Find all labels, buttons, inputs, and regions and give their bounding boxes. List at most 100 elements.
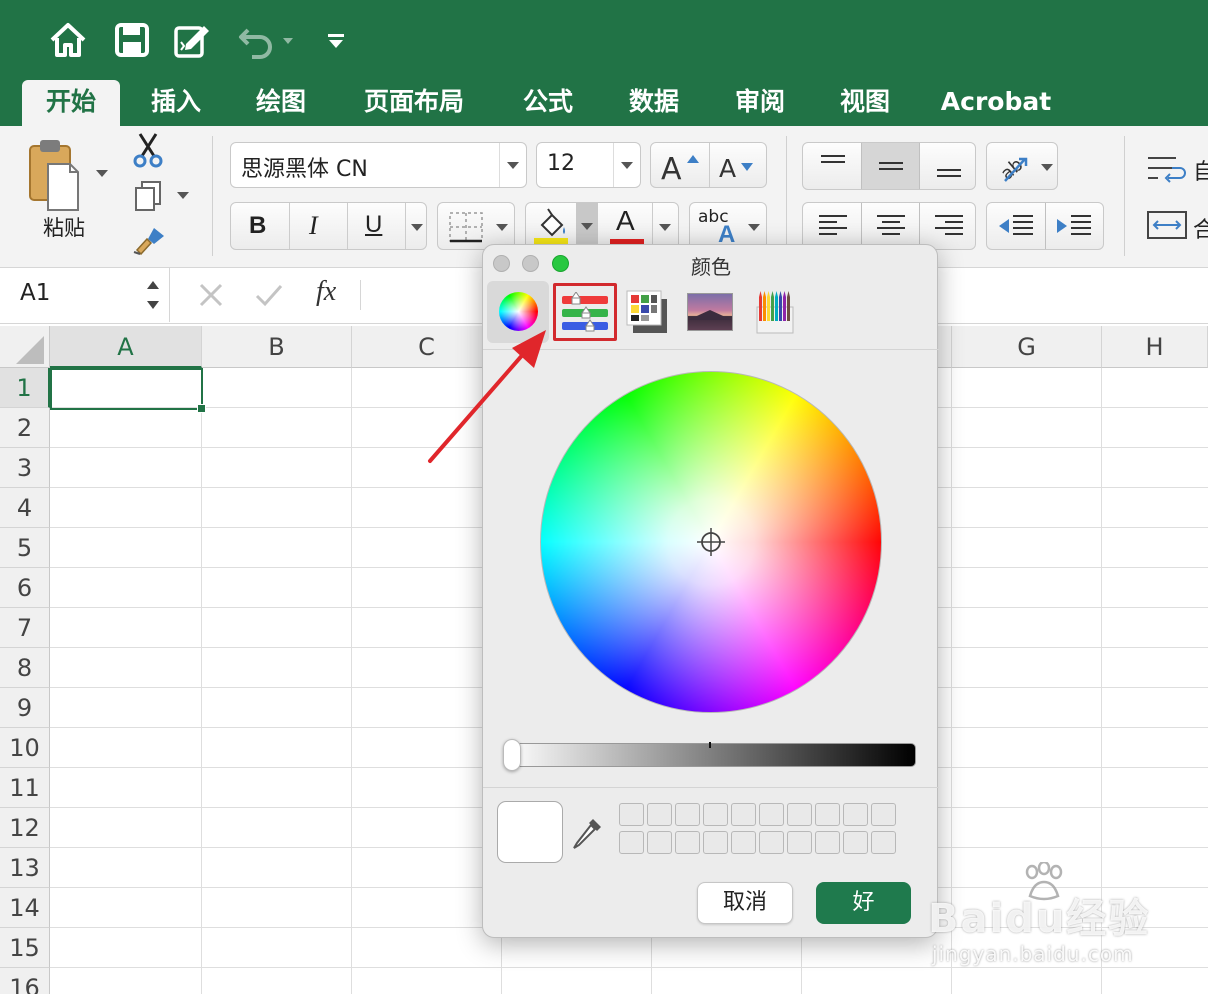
decrease-font-size-icon[interactable]: A [717, 151, 761, 183]
increase-indent-icon[interactable] [1055, 213, 1093, 239]
row-header-2[interactable]: 2 [0, 408, 50, 448]
cancel-button[interactable]: 取消 [697, 882, 793, 924]
tab-insert[interactable]: 插入 [133, 80, 219, 126]
row-header-11[interactable]: 11 [0, 768, 50, 808]
column-header-g[interactable]: G [952, 326, 1102, 368]
favorite-swatch-slot[interactable] [647, 803, 672, 826]
wrap-text-icon[interactable] [1146, 154, 1188, 184]
favorite-swatch-slot[interactable] [619, 831, 644, 854]
favorite-swatch-slot[interactable] [703, 831, 728, 854]
home-icon[interactable] [48, 20, 88, 60]
align-middle-icon[interactable] [877, 153, 905, 179]
column-header-h[interactable]: H [1102, 326, 1208, 368]
row-header-14[interactable]: 14 [0, 888, 50, 928]
phonetic-dropdown-icon[interactable] [748, 224, 760, 231]
brightness-slider-thumb[interactable] [503, 739, 521, 771]
align-left-icon[interactable] [817, 213, 849, 239]
tab-acrobat[interactable]: Acrobat [938, 80, 1054, 126]
row-header-16[interactable]: 16 [0, 968, 50, 994]
name-box[interactable]: A1 [0, 268, 170, 322]
format-painter-icon[interactable] [132, 224, 166, 256]
ok-button[interactable]: 好 [816, 882, 911, 924]
font-size-box[interactable]: 12 [536, 142, 641, 188]
favorite-swatch-slot[interactable] [815, 803, 840, 826]
favorite-swatch-slot[interactable] [759, 803, 784, 826]
select-all-corner[interactable] [0, 326, 50, 368]
row-header-8[interactable]: 8 [0, 648, 50, 688]
align-right-icon[interactable] [933, 213, 965, 239]
color-palettes-icon[interactable] [625, 289, 669, 335]
confirm-entry-icon[interactable] [254, 282, 284, 308]
edit-document-icon[interactable] [172, 20, 212, 60]
row-header-1[interactable]: 1 [0, 368, 50, 408]
tab-draw[interactable]: 绘图 [238, 80, 324, 126]
cancel-entry-icon[interactable] [198, 282, 224, 308]
active-cell-a1[interactable] [50, 368, 203, 410]
favorite-swatch-slot[interactable] [759, 831, 784, 854]
cut-icon[interactable] [132, 132, 164, 168]
orientation-button[interactable]: ab [986, 142, 1058, 190]
row-header-5[interactable]: 5 [0, 528, 50, 568]
tab-review[interactable]: 审阅 [717, 80, 803, 126]
font-color-button[interactable]: A [616, 205, 635, 237]
tab-view[interactable]: 视图 [822, 80, 908, 126]
color-sliders-tab[interactable] [553, 283, 617, 341]
decrease-indent-icon[interactable] [997, 213, 1035, 239]
favorite-swatch-slot[interactable] [647, 831, 672, 854]
favorite-swatch-slot[interactable] [675, 831, 700, 854]
borders-button[interactable] [437, 202, 515, 250]
font-name-box[interactable]: 思源黑体 CN [230, 142, 527, 188]
crosshair-icon[interactable] [697, 528, 725, 556]
fill-color-icon[interactable] [532, 207, 570, 245]
phonetic-button[interactable]: abc A [689, 202, 767, 250]
font-name-dropdown-icon[interactable] [507, 162, 519, 169]
pencils-icon[interactable] [755, 289, 795, 335]
customize-toolbar-icon[interactable] [326, 32, 346, 50]
row-header-9[interactable]: 9 [0, 688, 50, 728]
undo-icon[interactable] [236, 20, 276, 60]
favorite-swatch-slot[interactable] [815, 831, 840, 854]
favorite-swatch-slot[interactable] [731, 803, 756, 826]
favorite-swatch-slot[interactable] [787, 803, 812, 826]
undo-dropdown-icon[interactable] [283, 38, 293, 44]
align-top-icon[interactable] [819, 153, 847, 179]
tab-data[interactable]: 数据 [611, 80, 697, 126]
fill-handle[interactable] [197, 404, 206, 413]
paste-dropdown-icon[interactable] [96, 170, 108, 177]
merge-cells-icon[interactable] [1146, 210, 1188, 240]
italic-button[interactable]: I [309, 211, 318, 241]
row-header-6[interactable]: 6 [0, 568, 50, 608]
favorite-swatch-slot[interactable] [843, 803, 868, 826]
orientation-dropdown-icon[interactable] [1041, 164, 1053, 171]
row-header-7[interactable]: 7 [0, 608, 50, 648]
save-icon[interactable] [112, 20, 152, 60]
favorite-swatch-slot[interactable] [675, 803, 700, 826]
row-header-10[interactable]: 10 [0, 728, 50, 768]
row-header-13[interactable]: 13 [0, 848, 50, 888]
tab-formulas[interactable]: 公式 [505, 80, 591, 126]
favorite-swatch-slot[interactable] [871, 803, 896, 826]
column-header-b[interactable]: B [202, 326, 352, 368]
font-size-dropdown-icon[interactable] [621, 162, 633, 169]
align-center-icon[interactable] [875, 213, 907, 239]
underline-button[interactable]: U [365, 211, 382, 239]
copy-icon[interactable] [134, 180, 164, 212]
current-color-well[interactable] [497, 801, 563, 863]
favorite-swatch-slot[interactable] [703, 803, 728, 826]
row-header-3[interactable]: 3 [0, 448, 50, 488]
column-header-a[interactable]: A [50, 326, 202, 368]
favorite-swatch-slot[interactable] [787, 831, 812, 854]
borders-dropdown-icon[interactable] [496, 224, 508, 231]
font-color-dropdown-icon[interactable] [659, 224, 671, 231]
align-bottom-icon[interactable] [935, 153, 963, 179]
name-box-stepper-icon[interactable] [144, 276, 162, 314]
favorite-swatch-slot[interactable] [731, 831, 756, 854]
row-header-12[interactable]: 12 [0, 808, 50, 848]
favorite-swatch-slot[interactable] [619, 803, 644, 826]
bold-button[interactable]: B [249, 212, 266, 240]
row-header-4[interactable]: 4 [0, 488, 50, 528]
underline-dropdown-icon[interactable] [411, 224, 423, 231]
tab-page-layout[interactable]: 页面布局 [352, 80, 476, 126]
insert-function-button[interactable]: fx [316, 276, 336, 308]
increase-font-size-icon[interactable]: A [659, 149, 703, 183]
